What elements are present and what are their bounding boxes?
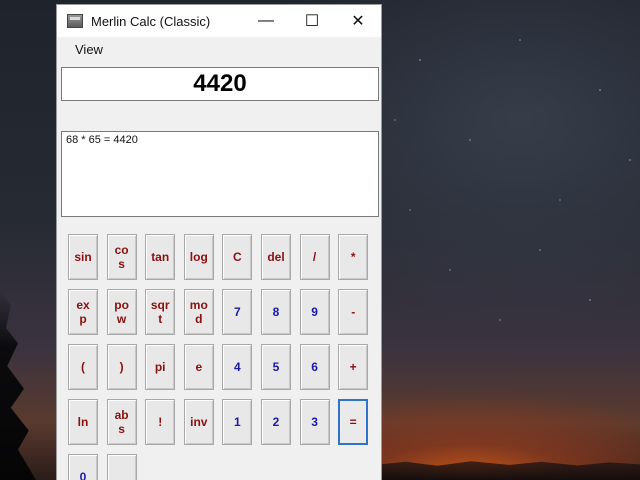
- key-exp-button[interactable]: exp: [68, 289, 98, 335]
- calculator-window: Merlin Calc (Classic) — ☐ ✕ View 4420 68…: [56, 4, 382, 480]
- calculator-app-icon: [67, 14, 83, 28]
- history-line: 68 * 65 = 4420: [66, 134, 138, 146]
- history-box[interactable]: 68 * 65 = 4420: [61, 131, 379, 217]
- key-factorial-button[interactable]: !: [145, 399, 176, 445]
- maximize-button[interactable]: ☐: [289, 5, 335, 37]
- key-pi-button[interactable]: pi: [145, 344, 176, 390]
- key-del-button[interactable]: del: [261, 234, 291, 280]
- window-title: Merlin Calc (Classic): [91, 13, 211, 29]
- key-ln-button[interactable]: ln: [68, 399, 98, 445]
- key-mod-button[interactable]: mod: [183, 289, 214, 335]
- key-1-button[interactable]: 1: [222, 399, 253, 445]
- key-inv-button[interactable]: inv: [183, 399, 214, 445]
- key-abs-button[interactable]: abs: [106, 399, 137, 445]
- key-multiply-button[interactable]: *: [338, 234, 369, 280]
- key-sin-button[interactable]: sin: [68, 234, 98, 280]
- key-blank-button[interactable]: [106, 454, 137, 480]
- menu-view[interactable]: View: [73, 40, 105, 59]
- key-minus-button[interactable]: -: [338, 289, 369, 335]
- key-2-button[interactable]: 2: [261, 399, 291, 445]
- menu-bar: View: [57, 37, 381, 61]
- title-bar[interactable]: Merlin Calc (Classic) — ☐ ✕: [57, 5, 381, 37]
- key-4-button[interactable]: 4: [222, 344, 253, 390]
- key-6-button[interactable]: 6: [299, 344, 330, 390]
- window-controls: — ☐ ✕: [243, 5, 381, 37]
- key-cos-button[interactable]: cos: [106, 234, 137, 280]
- key-C-button[interactable]: C: [222, 234, 253, 280]
- close-button[interactable]: ✕: [335, 5, 381, 37]
- key-sqrt-button[interactable]: sqrt: [145, 289, 176, 335]
- result-display: 4420: [61, 67, 379, 101]
- minimize-button[interactable]: —: [243, 5, 289, 37]
- key-9-button[interactable]: 9: [299, 289, 330, 335]
- key-plus-button[interactable]: +: [338, 344, 369, 390]
- key-pow-button[interactable]: pow: [106, 289, 137, 335]
- key-close-paren-button[interactable]: ): [106, 344, 137, 390]
- key-7-button[interactable]: 7: [222, 289, 253, 335]
- key-e-button[interactable]: e: [183, 344, 214, 390]
- key-3-button[interactable]: 3: [299, 399, 330, 445]
- key-5-button[interactable]: 5: [261, 344, 291, 390]
- key-0-button[interactable]: 0: [68, 454, 98, 480]
- key-8-button[interactable]: 8: [261, 289, 291, 335]
- key-equals-button[interactable]: =: [338, 399, 369, 445]
- key-divide-button[interactable]: /: [299, 234, 330, 280]
- key-log-button[interactable]: log: [183, 234, 214, 280]
- key-open-paren-button[interactable]: (: [68, 344, 98, 390]
- key-tan-button[interactable]: tan: [145, 234, 176, 280]
